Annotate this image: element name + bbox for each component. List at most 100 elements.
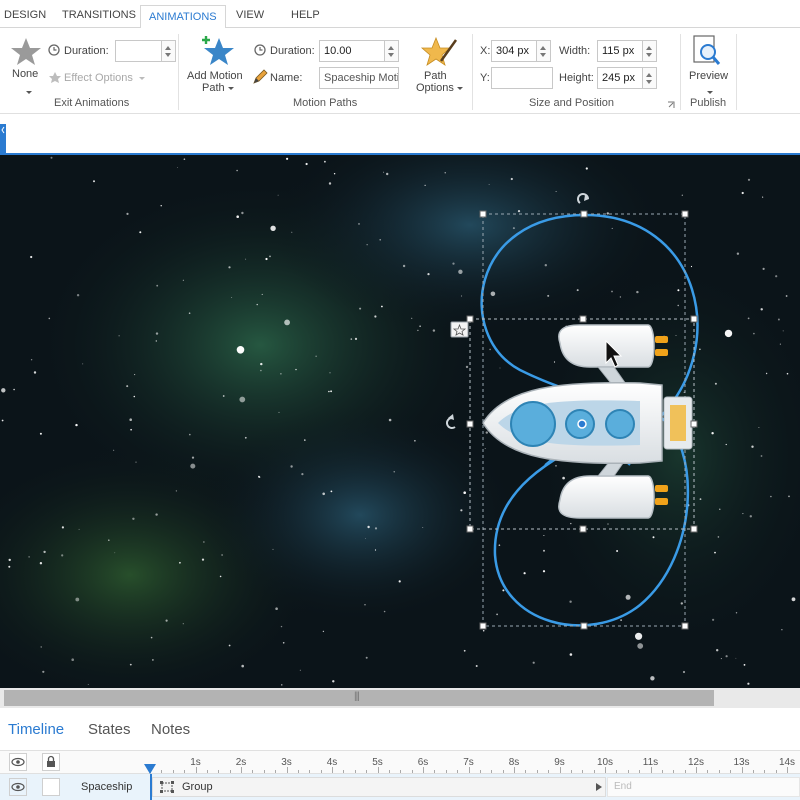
ruler-tick-mark [741,767,743,773]
star [1,388,6,393]
timeline-row[interactable]: Spaceship Group End [0,774,800,800]
timeline-group-bar[interactable]: Group [152,777,606,797]
motion-name-field[interactable]: Spaceship Motio [319,67,399,89]
star [75,423,78,427]
exit-duration-stepper[interactable] [162,40,176,62]
pencil-icon [252,69,268,88]
star [788,495,790,498]
height-stepper[interactable] [643,67,657,89]
star [239,396,246,403]
star [680,602,683,605]
motion-duration-field[interactable]: 10.00 [319,40,385,62]
y-label: Y: [480,72,490,84]
star [747,178,751,181]
ruler-tick-mark [309,770,311,773]
row-visibility-toggle[interactable] [9,778,27,796]
star [231,297,233,298]
star [675,335,677,336]
tab-notes[interactable]: Notes [151,721,190,738]
lock-all-toggle[interactable] [42,753,60,771]
ruler-tick-mark [525,770,527,773]
star [299,669,301,671]
star [555,465,557,467]
row-lock-toggle[interactable] [42,778,60,796]
star [61,554,64,557]
tab-design[interactable]: DESIGN [4,9,46,21]
star [775,275,778,278]
star [244,436,247,439]
exit-none-button[interactable]: None [8,36,44,96]
star [786,372,789,375]
stage-scrollbar[interactable]: ||| [0,688,800,708]
x-field[interactable]: 304 px [491,40,537,62]
star [791,597,796,602]
tab-states[interactable]: States [88,721,131,738]
star [241,211,244,215]
star [322,630,325,633]
visibility-all-toggle[interactable] [9,753,27,771]
scrollbar-thumb[interactable] [4,690,714,706]
width-stepper[interactable] [643,40,657,62]
star [690,265,693,268]
tab-help[interactable]: HELP [291,9,320,21]
star [569,653,573,656]
star [779,343,781,345]
tab-animations[interactable]: ANIMATIONS [140,5,226,29]
star [236,169,238,172]
star [402,264,406,268]
add-motion-path-button[interactable]: Add Motion Path [186,34,248,96]
add-motion-path-label-2: Path [202,82,234,95]
star [762,267,765,270]
animation-badge-icon[interactable] [450,321,469,338]
width-field[interactable]: 115 px [597,40,643,62]
ruler-tick-mark [479,770,481,773]
ruler-tick-mark [354,770,356,773]
path-options-icon [420,36,458,66]
star [175,490,178,492]
slide-stage[interactable] [0,155,800,688]
ruler-tick-mark [263,770,265,773]
ruler-tick-mark [423,767,424,773]
star [152,659,154,661]
ruler-tick-mark [252,770,254,773]
star [458,269,463,274]
x-stepper[interactable] [537,40,551,62]
star [383,610,386,613]
star [725,443,727,446]
star [607,523,609,525]
tab-view[interactable]: VIEW [236,9,264,21]
star [374,549,377,551]
exit-duration-field[interactable] [115,40,162,62]
star [714,382,717,385]
star [284,319,290,326]
star [569,600,572,603]
motion-duration-stepper[interactable] [385,40,399,62]
star [652,536,655,539]
star [365,538,366,539]
star [126,385,129,388]
dialog-launcher-icon[interactable] [667,100,675,112]
ruler-tick-mark [172,770,174,773]
star [156,284,159,287]
star [190,463,196,469]
star [286,157,289,160]
size-position-group-label: Size and Position [529,97,614,109]
collapse-panel-button[interactable] [0,124,6,154]
star [460,509,463,512]
y-field[interactable] [491,67,553,89]
star [39,562,43,565]
height-field[interactable]: 245 px [597,67,643,89]
preview-button[interactable]: Preview [686,34,730,96]
timeline-end-marker[interactable]: End [607,777,800,797]
star [256,303,258,306]
star [367,525,370,529]
star [93,180,95,183]
tab-timeline[interactable]: Timeline [8,721,64,738]
star [463,649,466,652]
path-options-button[interactable]: Path Options [412,34,468,96]
star [191,456,195,459]
effect-options-button[interactable]: Effect Options [64,72,145,84]
tab-transitions[interactable]: TRANSITIONS [62,9,136,21]
clock-icon [48,44,60,59]
star [499,367,501,369]
